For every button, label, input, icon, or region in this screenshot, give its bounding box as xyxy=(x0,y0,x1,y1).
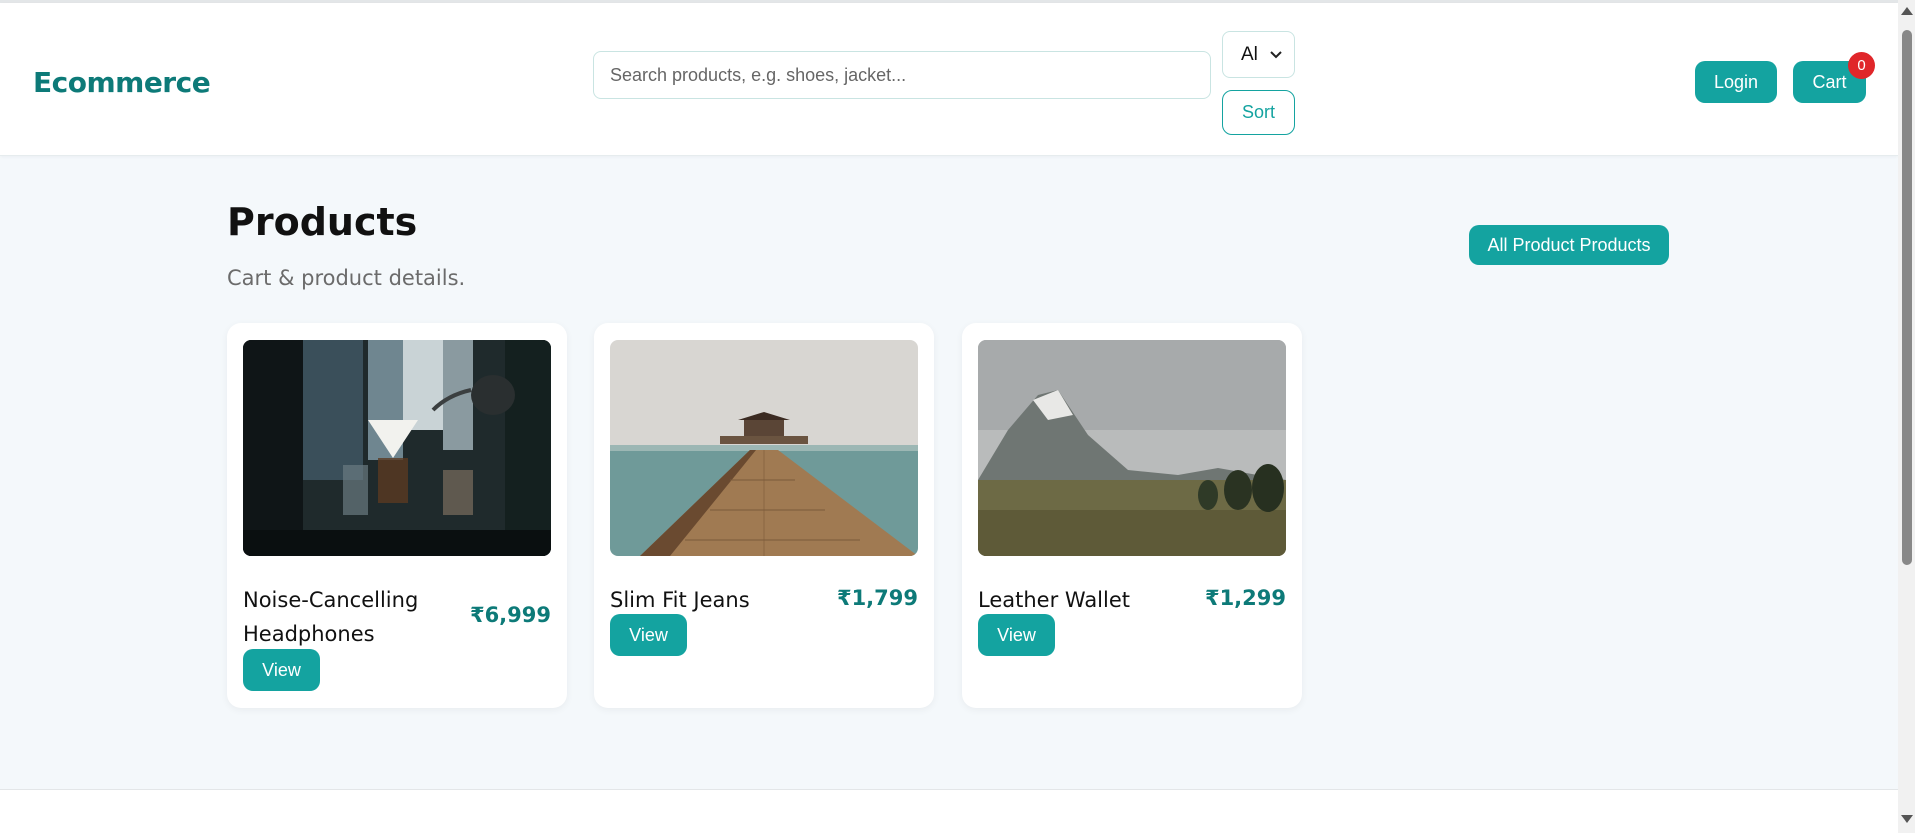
product-image xyxy=(243,340,551,556)
product-price: ₹6,999 xyxy=(469,603,551,627)
product-card: Noise-Cancelling Headphones ₹6,999 View xyxy=(227,323,567,708)
page-title: Products xyxy=(227,200,418,244)
view-product-button[interactable]: View xyxy=(978,614,1055,656)
vertical-scrollbar[interactable] xyxy=(1898,0,1915,833)
all-products-button[interactable]: All Product Products xyxy=(1469,225,1669,265)
scroll-up-arrow-icon[interactable] xyxy=(1901,7,1913,15)
cart-count-badge: 0 xyxy=(1848,52,1875,79)
site-header: Ecommerce Al Sort Login Cart 0 xyxy=(0,3,1898,156)
view-product-button[interactable]: View xyxy=(243,649,320,691)
product-card: Slim Fit Jeans ₹1,799 View xyxy=(594,323,934,708)
page-subtitle: Cart & product details. xyxy=(227,266,466,290)
page-footer xyxy=(0,790,1898,833)
search-input[interactable] xyxy=(593,51,1211,99)
category-select[interactable]: Al xyxy=(1222,31,1295,78)
view-product-button[interactable]: View xyxy=(610,614,687,656)
product-name[interactable]: Slim Fit Jeans xyxy=(610,583,800,617)
product-image xyxy=(978,340,1286,556)
product-price: ₹1,299 xyxy=(1204,586,1286,610)
product-name[interactable]: Noise-Cancelling Headphones xyxy=(243,583,433,651)
login-button[interactable]: Login xyxy=(1695,61,1777,103)
chevron-down-icon xyxy=(1270,48,1282,62)
product-price: ₹1,799 xyxy=(836,586,918,610)
category-select-value: Al xyxy=(1241,43,1258,65)
scrollbar-thumb[interactable] xyxy=(1902,30,1912,565)
sort-button[interactable]: Sort xyxy=(1222,90,1295,135)
product-name[interactable]: Leather Wallet xyxy=(978,583,1168,617)
scroll-down-arrow-icon[interactable] xyxy=(1901,815,1913,823)
product-image xyxy=(610,340,918,556)
site-logo[interactable]: Ecommerce xyxy=(33,66,211,99)
product-card: Leather Wallet ₹1,299 View xyxy=(962,323,1302,708)
